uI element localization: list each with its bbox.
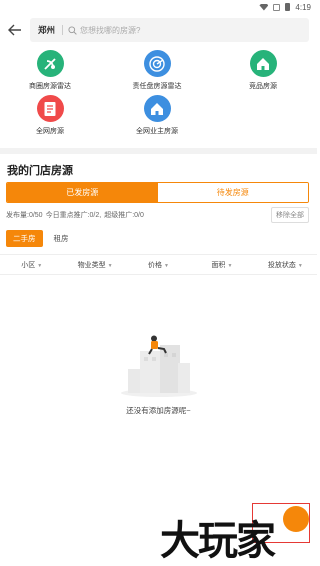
house-icon (143, 95, 171, 122)
listing-status-tabs: 已发房源 待发房源 (6, 182, 309, 203)
menu-item-owner-listings[interactable]: 全网业主房源 (112, 95, 202, 136)
house-icon (249, 50, 277, 77)
filter-community[interactable]: 小区 ▼ (0, 260, 63, 270)
filter-price[interactable]: 价格 ▼ (127, 260, 190, 270)
top-bar: 郑州 您想找哪的房源? (0, 14, 317, 46)
section-title: 我的门店房源 (7, 165, 73, 177)
feature-grid: 商圈房源雷达 责任盘房源雷达 竞品房源 全网房源 全网业主房源 (0, 46, 317, 142)
city-selector[interactable]: 郑州 (38, 24, 55, 36)
status-time: 4:19 (295, 2, 311, 12)
filter-property-type[interactable]: 物业类型 ▼ (63, 260, 126, 270)
filter-label: 价格 (148, 261, 163, 269)
remove-all-button[interactable]: 移除全部 (271, 207, 309, 223)
search-icon (68, 25, 77, 35)
back-button[interactable] (4, 19, 26, 41)
radar-icon (36, 50, 64, 77)
menu-item-label: 全网业主房源 (136, 128, 178, 135)
empty-state: 还没有添加房源呢~ (0, 335, 317, 416)
menu-item-radar[interactable]: 商圈房源雷达 (5, 50, 95, 91)
publish-count: 发布量:0/50 (6, 212, 43, 219)
tab-second-hand[interactable]: 二手房 (6, 229, 43, 247)
wifi-icon (259, 3, 269, 11)
caret-down-icon: ▼ (227, 262, 233, 269)
menu-item-label: 竞品房源 (249, 83, 277, 90)
battery-icon (285, 3, 291, 11)
filter-bar: 小区 ▼ 物业类型 ▼ 价格 ▼ 面积 ▼ 投放状态 ▼ (0, 255, 317, 275)
search-placeholder: 您想找哪的房源? (80, 25, 141, 35)
menu-item-label: 全网房源 (36, 128, 64, 135)
status-bar: 4:19 (0, 0, 317, 14)
search-separator (62, 25, 64, 35)
empty-message: 还没有添加房源呢~ (126, 406, 191, 415)
target-icon (143, 50, 171, 77)
filter-label: 小区 (21, 261, 36, 269)
caret-down-icon: ▼ (107, 262, 113, 269)
tab-pending[interactable]: 待发房源 (157, 183, 308, 202)
document-icon (36, 95, 64, 122)
menu-item-label: 商圈房源雷达 (29, 83, 71, 90)
caret-down-icon: ▼ (164, 262, 169, 269)
filter-area[interactable]: 面积 ▼ (190, 260, 253, 270)
super-promotion-count: 超级推广:0/0 (104, 212, 144, 219)
watermark: 大玩家 (160, 518, 276, 564)
filter-label: 投放状态 (267, 261, 296, 269)
back-arrow-icon (8, 24, 21, 36)
caret-down-icon: ▼ (297, 262, 303, 269)
tab-published[interactable]: 已发房源 (7, 183, 158, 202)
menu-item-all-listings[interactable]: 全网房源 (5, 95, 95, 136)
menu-item-responsibility-radar[interactable]: 责任盘房源雷达 (112, 50, 202, 91)
search-bar[interactable]: 郑州 您想找哪的房源? (30, 18, 309, 42)
menu-item-label: 责任盘房源雷达 (132, 83, 182, 90)
menu-item-competitor[interactable]: 竞品房源 (218, 50, 308, 91)
filter-label: 物业类型 (77, 261, 106, 269)
promotion-stats: 发布量:0/50 今日重点推广:0/2, 超级推广:0/0 移除全部 (0, 203, 317, 227)
empty-state-illustration (120, 335, 197, 397)
tab-rental[interactable]: 租房 (47, 230, 76, 247)
property-type-tabs: 二手房 租房 (0, 227, 317, 249)
filter-delivery-status[interactable]: 投放状态 ▼ (254, 260, 317, 270)
caret-down-icon: ▼ (37, 262, 43, 269)
filter-label: 面积 (211, 261, 226, 269)
daily-promotion-count: 今日重点推广:0/2, (45, 212, 102, 219)
signal-icon (273, 3, 281, 11)
